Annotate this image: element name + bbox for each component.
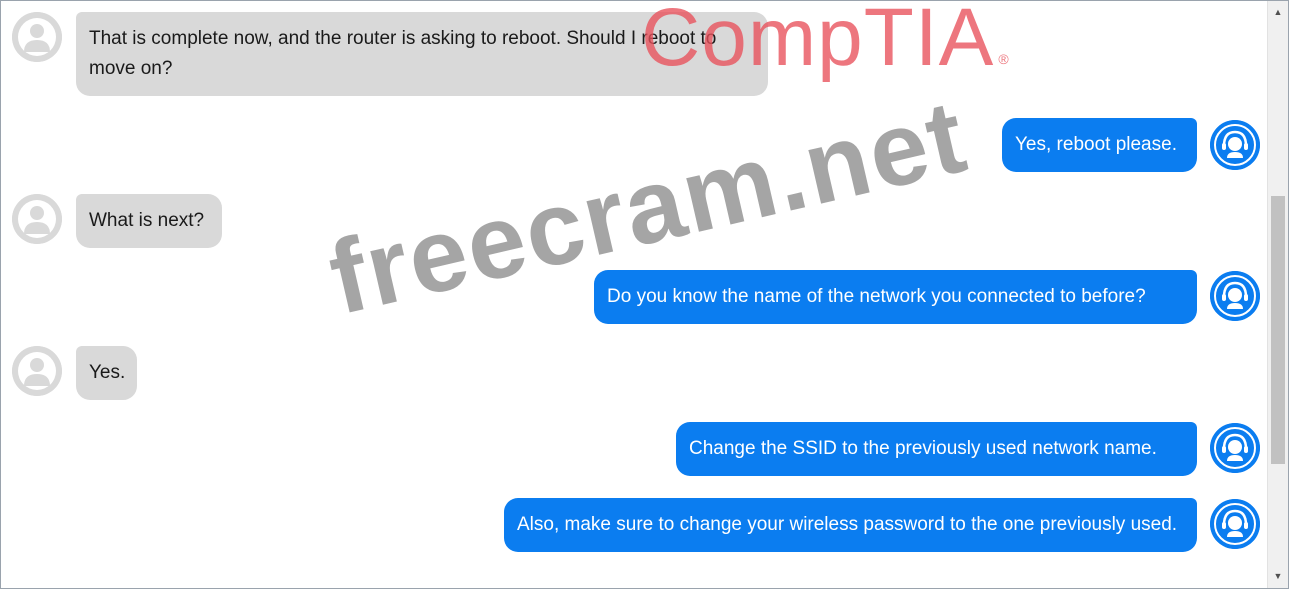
message-text: Also, make sure to change your wireless … xyxy=(517,514,1178,535)
message-bubble-user: What is next? xyxy=(76,194,222,248)
message-bubble-user: That is complete now, and the router is … xyxy=(76,12,768,96)
agent-avatar-icon xyxy=(1210,271,1260,321)
message-text: That is complete now, and the router is … xyxy=(89,28,717,79)
chat-transcript: That is complete now, and the router is … xyxy=(1,1,1267,588)
agent-avatar-icon xyxy=(1210,423,1260,473)
message-bubble-agent: Also, make sure to change your wireless … xyxy=(504,498,1197,552)
message-text: Yes. xyxy=(89,362,126,383)
agent-avatar-icon xyxy=(1210,120,1260,170)
chat-window: That is complete now, and the router is … xyxy=(0,0,1289,589)
user-avatar-icon xyxy=(12,346,62,396)
message-text: Do you know the name of the network you … xyxy=(607,286,1146,307)
user-avatar-icon xyxy=(12,194,62,244)
agent-avatar-icon xyxy=(1210,499,1260,549)
user-avatar-icon xyxy=(12,12,62,62)
message-bubble-agent: Change the SSID to the previously used n… xyxy=(676,422,1197,476)
arrow-up-icon[interactable]: ▲ xyxy=(1268,3,1288,21)
message-bubble-agent: Do you know the name of the network you … xyxy=(594,270,1197,324)
message-bubble-agent: Yes, reboot please. xyxy=(1002,118,1197,172)
scrollbar-thumb[interactable] xyxy=(1271,196,1285,464)
message-bubble-user: Yes. xyxy=(76,346,137,400)
arrow-down-icon[interactable]: ▼ xyxy=(1268,567,1288,585)
message-text: Yes, reboot please. xyxy=(1015,134,1177,155)
message-text: What is next? xyxy=(89,210,205,231)
vertical-scrollbar[interactable]: ▲ ▼ xyxy=(1267,1,1288,588)
message-text: Change the SSID to the previously used n… xyxy=(689,438,1157,459)
